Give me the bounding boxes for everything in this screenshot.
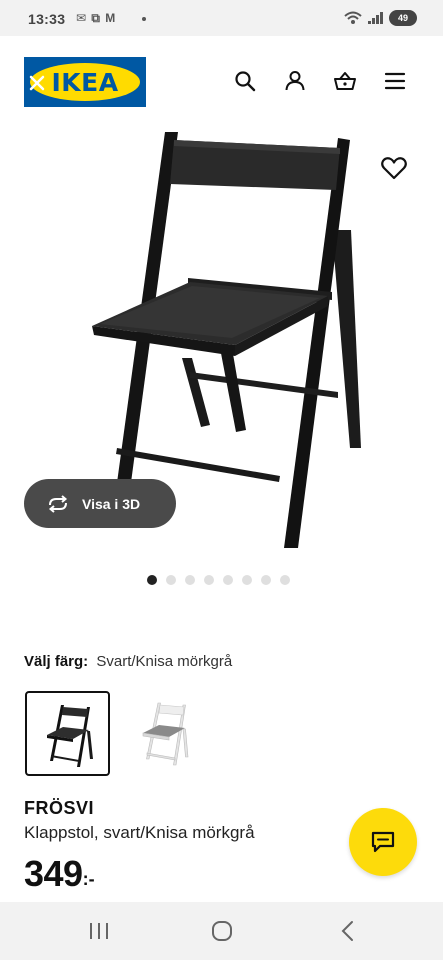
menu-icon[interactable] bbox=[383, 69, 407, 93]
status-right: 49 bbox=[344, 9, 417, 27]
rotate-3d-icon bbox=[48, 494, 68, 513]
color-swatch-white[interactable] bbox=[125, 691, 210, 776]
logo-text: IKEA bbox=[51, 67, 119, 97]
product-description: Klappstol, svart/Knisa mörkgrå bbox=[24, 823, 255, 842]
back-icon[interactable] bbox=[334, 919, 362, 943]
basket-icon[interactable] bbox=[333, 69, 357, 93]
header: IKEA bbox=[0, 36, 443, 130]
pagination-dot[interactable] bbox=[166, 575, 176, 585]
view-in-3d-button[interactable]: Visa i 3D bbox=[24, 479, 176, 528]
gallery-pagination bbox=[147, 575, 290, 585]
wifi-icon bbox=[344, 11, 362, 24]
status-bar: 13:33 ✉ ⧉ M 49 bbox=[0, 0, 443, 36]
color-label: Välj färg: bbox=[24, 653, 89, 670]
profile-icon[interactable] bbox=[283, 69, 307, 93]
battery-icon: 49 bbox=[389, 10, 417, 26]
product-name: FRÖSVI bbox=[24, 798, 95, 818]
price-integer: 349 bbox=[24, 853, 83, 894]
chat-icon bbox=[371, 831, 395, 853]
color-select: Välj färg: Svart/Knisa mörkgrå bbox=[24, 653, 232, 670]
recent-apps-icon[interactable] bbox=[85, 919, 113, 943]
product-price: 349 :- bbox=[24, 853, 95, 895]
header-actions bbox=[233, 69, 407, 93]
price-suffix: :- bbox=[82, 869, 95, 889]
home-icon[interactable] bbox=[208, 919, 236, 943]
favorite-heart-icon[interactable] bbox=[380, 155, 408, 181]
notification-icons: ✉ ⧉ M bbox=[76, 11, 117, 25]
pagination-dot[interactable] bbox=[204, 575, 214, 585]
ikea-logo[interactable]: IKEA bbox=[24, 57, 146, 107]
pagination-dot[interactable] bbox=[261, 575, 271, 585]
pagination-dot[interactable] bbox=[223, 575, 233, 585]
chat-button[interactable] bbox=[349, 808, 417, 876]
product-gallery[interactable]: Visa i 3D bbox=[0, 130, 443, 570]
pagination-dot[interactable] bbox=[147, 575, 157, 585]
logo-oval: IKEA bbox=[30, 63, 140, 101]
signal-icon bbox=[368, 12, 383, 24]
more-notifications-icon bbox=[142, 17, 146, 21]
color-swatch-black[interactable] bbox=[25, 691, 110, 776]
pagination-dot[interactable] bbox=[242, 575, 252, 585]
status-time: 13:33 bbox=[28, 11, 66, 27]
pagination-dot[interactable] bbox=[280, 575, 290, 585]
chair-thumbnail-black bbox=[47, 705, 93, 767]
chair-thumbnail-white bbox=[142, 702, 189, 766]
color-value: Svart/Knisa mörkgrå bbox=[96, 653, 233, 670]
close-icon[interactable] bbox=[28, 74, 46, 92]
search-icon[interactable] bbox=[233, 69, 257, 93]
system-nav-bar bbox=[0, 902, 443, 960]
view-in-3d-label: Visa i 3D bbox=[82, 495, 141, 512]
pagination-dot[interactable] bbox=[185, 575, 195, 585]
